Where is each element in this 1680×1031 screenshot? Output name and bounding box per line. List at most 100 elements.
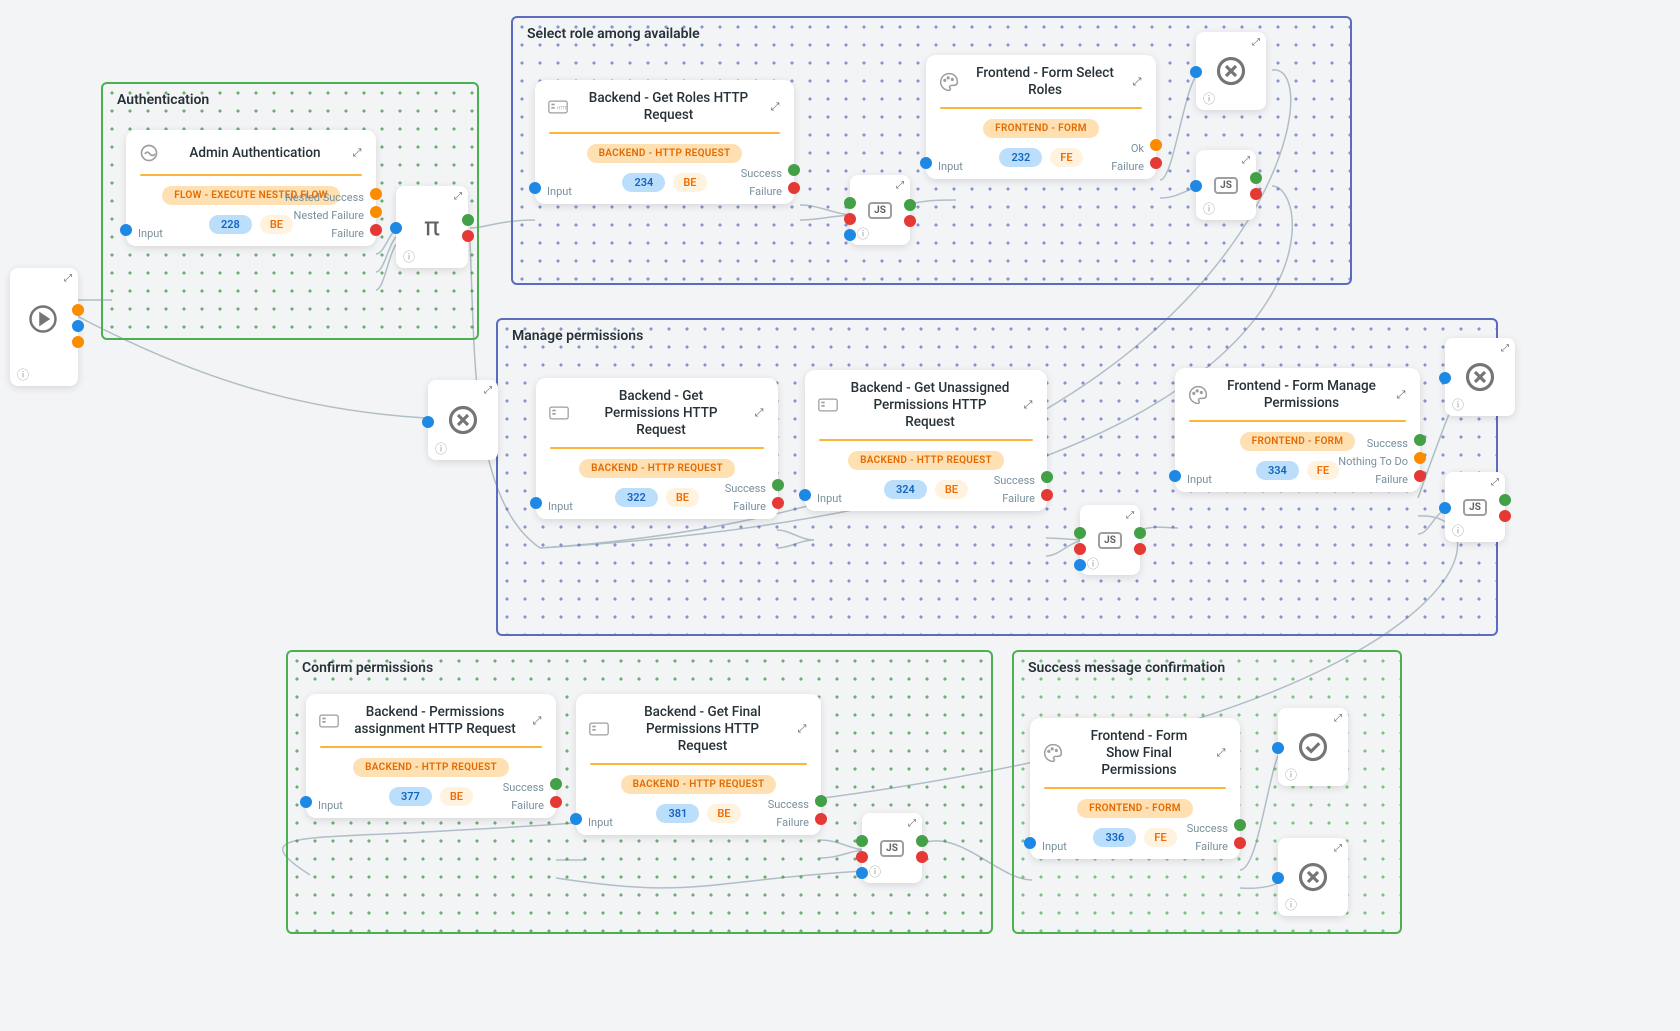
- expand-icon[interactable]: ⤢: [1491, 477, 1499, 488]
- mini-node-js-4[interactable]: ⤢ JS ⓘ: [1445, 472, 1505, 542]
- expand-icon[interactable]: ⤢: [1392, 386, 1410, 404]
- port-in-b[interactable]: [1074, 559, 1086, 571]
- port-out-f[interactable]: [1250, 188, 1262, 200]
- port-out-f[interactable]: [916, 851, 928, 863]
- port-failure[interactable]: [1414, 470, 1426, 482]
- expand-icon[interactable]: ⤢: [1334, 843, 1342, 854]
- port-success[interactable]: [550, 778, 562, 790]
- port-input[interactable]: [799, 489, 811, 501]
- port-success[interactable]: [1041, 471, 1053, 483]
- info-icon[interactable]: ⓘ: [869, 863, 881, 880]
- port-out-s[interactable]: [904, 199, 916, 211]
- expand-icon[interactable]: ⤢: [1128, 73, 1146, 91]
- port-failure[interactable]: [1234, 837, 1246, 849]
- port-nested-failure[interactable]: [370, 206, 382, 218]
- port-in[interactable]: [390, 222, 402, 234]
- port-in[interactable]: [1190, 180, 1202, 192]
- port-out-f[interactable]: [1134, 543, 1146, 555]
- port-out-f[interactable]: [904, 215, 916, 227]
- node-form-final[interactable]: Frontend - Form Show Final Permissions ⤢…: [1030, 718, 1240, 859]
- info-icon[interactable]: ⓘ: [435, 440, 447, 457]
- expand-icon[interactable]: ⤢: [896, 180, 904, 191]
- info-icon[interactable]: ⓘ: [403, 248, 415, 265]
- node-get-permissions[interactable]: Backend - Get Permissions HTTP Request ⤢…: [536, 378, 778, 519]
- flow-canvas[interactable]: ⤢ ⓘ Authentication Admin Authentication …: [0, 0, 1680, 1031]
- node-admin-auth[interactable]: Admin Authentication ⤢ FLOW - EXECUTE NE…: [126, 130, 376, 246]
- port-input[interactable]: [529, 182, 541, 194]
- expand-icon[interactable]: ⤢: [454, 191, 462, 202]
- port-out-s[interactable]: [1134, 527, 1146, 539]
- port-output-3[interactable]: [72, 336, 84, 348]
- port-output-2[interactable]: [72, 320, 84, 332]
- mini-node-close-3[interactable]: ⤢ ⓘ: [1445, 338, 1515, 416]
- port-in-s[interactable]: [1074, 527, 1086, 539]
- expand-icon[interactable]: ⤢: [766, 98, 784, 116]
- port-failure[interactable]: [370, 224, 382, 236]
- port-in[interactable]: [1272, 872, 1284, 884]
- info-icon[interactable]: ⓘ: [1452, 522, 1464, 539]
- port-out-f[interactable]: [1499, 510, 1511, 522]
- info-icon[interactable]: ⓘ: [1203, 90, 1215, 107]
- mini-node-js-3[interactable]: ⤢ JS ⓘ: [1080, 505, 1140, 575]
- info-icon[interactable]: ⓘ: [1087, 555, 1099, 572]
- mini-node-pi[interactable]: ⤢ π ⓘ: [396, 186, 468, 268]
- expand-icon[interactable]: ⤢: [1212, 744, 1230, 762]
- node-permissions-assign[interactable]: Backend - Permissions assignment HTTP Re…: [306, 694, 556, 818]
- expand-icon[interactable]: ⤢: [1334, 713, 1342, 724]
- port-out-s[interactable]: [916, 835, 928, 847]
- node-get-final[interactable]: Backend - Get Final Permissions HTTP Req…: [576, 694, 821, 835]
- port-out-success[interactable]: [462, 214, 474, 226]
- expand-icon[interactable]: ⤢: [1501, 343, 1509, 354]
- port-in[interactable]: [1272, 742, 1284, 754]
- port-in-s[interactable]: [844, 197, 856, 209]
- port-out-s[interactable]: [1499, 494, 1511, 506]
- node-get-roles[interactable]: HTTP Backend - Get Roles HTTP Request ⤢ …: [535, 80, 794, 204]
- expand-icon[interactable]: ⤢: [750, 404, 768, 422]
- port-failure[interactable]: [772, 497, 784, 509]
- port-in-b[interactable]: [844, 229, 856, 241]
- port-input[interactable]: [120, 224, 132, 236]
- port-input[interactable]: [920, 157, 932, 169]
- info-icon[interactable]: ⓘ: [1285, 896, 1297, 913]
- port-in-f[interactable]: [1074, 543, 1086, 555]
- port-out-failure[interactable]: [462, 230, 474, 242]
- port-ok[interactable]: [1150, 139, 1162, 151]
- mini-node-close-2[interactable]: ⤢ ⓘ: [1196, 32, 1266, 110]
- mini-node-js-2[interactable]: ⤢ JS ⓘ: [1196, 150, 1256, 220]
- mini-node-js-5[interactable]: ⤢ JS ⓘ: [862, 813, 922, 883]
- port-input[interactable]: [570, 813, 582, 825]
- port-input[interactable]: [1169, 470, 1181, 482]
- expand-icon[interactable]: ⤢: [64, 273, 72, 284]
- info-icon[interactable]: ⓘ: [857, 225, 869, 242]
- info-icon[interactable]: ⓘ: [1452, 396, 1464, 413]
- port-failure[interactable]: [788, 182, 800, 194]
- port-in-f[interactable]: [856, 851, 868, 863]
- port-input[interactable]: [1024, 837, 1036, 849]
- node-form-manage[interactable]: Frontend - Form Manage Permissions ⤢ FRO…: [1175, 368, 1420, 492]
- mini-node-close-1[interactable]: ⤢ ⓘ: [428, 380, 498, 460]
- port-in-f[interactable]: [844, 213, 856, 225]
- port-out-s[interactable]: [1250, 172, 1262, 184]
- start-node[interactable]: ⤢ ⓘ: [10, 268, 78, 386]
- expand-icon[interactable]: ⤢: [793, 720, 811, 738]
- port-failure[interactable]: [550, 796, 562, 808]
- port-success[interactable]: [788, 164, 800, 176]
- port-in[interactable]: [422, 416, 434, 428]
- port-in[interactable]: [1439, 502, 1451, 514]
- expand-icon[interactable]: ⤢: [528, 712, 546, 730]
- node-get-unassigned[interactable]: Backend - Get Unassigned Permissions HTT…: [805, 370, 1047, 511]
- port-in[interactable]: [1190, 66, 1202, 78]
- port-failure[interactable]: [815, 813, 827, 825]
- mini-node-check[interactable]: ⤢ ⓘ: [1278, 708, 1348, 786]
- port-input[interactable]: [530, 497, 542, 509]
- port-in-b[interactable]: [856, 867, 868, 879]
- port-failure[interactable]: [1041, 489, 1053, 501]
- node-form-select-roles[interactable]: Frontend - Form Select Roles ⤢ FRONTEND …: [926, 55, 1156, 179]
- port-failure[interactable]: [1150, 157, 1162, 169]
- port-success[interactable]: [815, 795, 827, 807]
- expand-icon[interactable]: ⤢: [1242, 155, 1250, 166]
- port-output-1[interactable]: [72, 304, 84, 316]
- expand-icon[interactable]: ⤢: [1126, 510, 1134, 521]
- mini-node-js-1[interactable]: ⤢ JS ⓘ: [850, 175, 910, 245]
- expand-icon[interactable]: ⤢: [484, 385, 492, 396]
